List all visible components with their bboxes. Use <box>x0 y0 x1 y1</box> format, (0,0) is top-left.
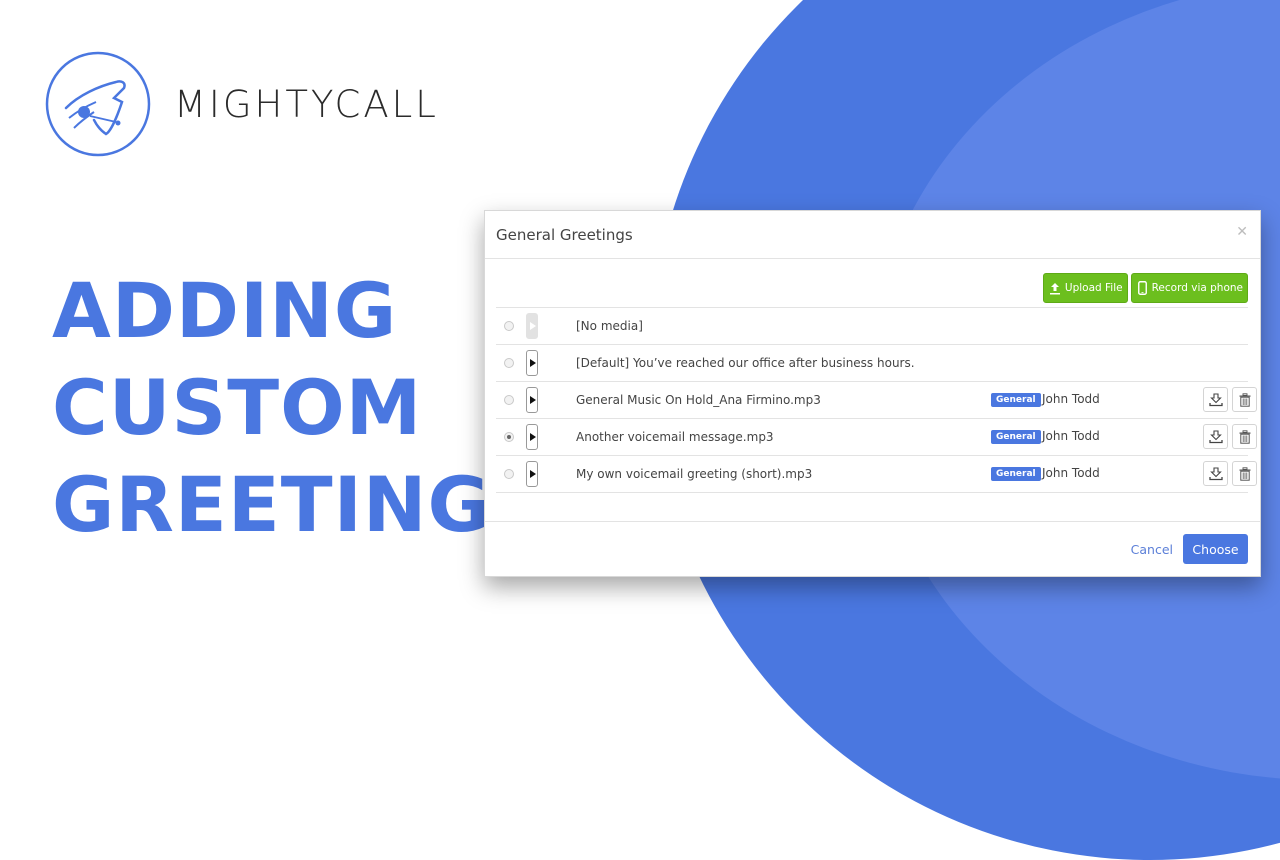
headline-line-1: ADDING <box>52 266 398 355</box>
play-icon[interactable] <box>526 387 538 413</box>
cancel-button[interactable]: Cancel <box>1131 542 1173 557</box>
trash-icon <box>1239 392 1250 407</box>
greetings-list: [No media] [Default] You’ve reached our … <box>496 307 1257 493</box>
category-badge: General <box>991 430 1041 444</box>
headline: ADDING CUSTOM GREETING <box>52 262 491 553</box>
greeting-name: [Default] You’ve reached our office afte… <box>576 356 915 370</box>
radio-button[interactable] <box>504 321 514 331</box>
dialog-toolbar: Upload File Record via phone <box>1042 273 1248 303</box>
radio-button[interactable] <box>504 469 514 479</box>
play-icon[interactable] <box>526 350 538 376</box>
greeting-name: General Music On Hold_Ana Firmino.mp3 <box>576 393 821 407</box>
list-item[interactable]: My own voicemail greeting (short).mp3 Ge… <box>496 456 1257 493</box>
download-icon <box>1208 429 1223 443</box>
close-icon[interactable]: ✕ <box>1236 223 1248 240</box>
play-icon[interactable] <box>526 424 538 450</box>
download-button[interactable] <box>1203 387 1228 412</box>
play-icon[interactable] <box>526 461 538 487</box>
record-via-phone-label: Record via phone <box>1151 282 1243 294</box>
dialog-header: General Greetings ✕ <box>485 211 1260 259</box>
greeting-name: [No media] <box>576 319 643 333</box>
download-button[interactable] <box>1203 424 1228 449</box>
brand-name: MIGHTYCALL <box>174 82 439 126</box>
download-icon <box>1208 392 1223 406</box>
play-icon <box>526 313 538 339</box>
radio-button[interactable] <box>504 358 514 368</box>
brand-logo: MIGHTYCALL <box>44 50 439 158</box>
owner-name: John Todd <box>1042 429 1100 443</box>
radio-button[interactable] <box>504 395 514 405</box>
upload-file-button[interactable]: Upload File <box>1042 273 1128 303</box>
greeting-name: Another voicemail message.mp3 <box>576 430 774 444</box>
delete-button[interactable] <box>1232 424 1257 449</box>
headline-line-3: GREETING <box>52 460 491 549</box>
delete-button[interactable] <box>1232 387 1257 412</box>
upload-file-label: Upload File <box>1064 282 1123 294</box>
record-via-phone-button[interactable]: Record via phone <box>1130 273 1248 303</box>
greetings-dialog: General Greetings ✕ Upload File Record v… <box>484 210 1261 577</box>
list-item[interactable]: General Music On Hold_Ana Firmino.mp3 Ge… <box>496 382 1257 419</box>
owner-name: John Todd <box>1042 392 1100 406</box>
delete-button[interactable] <box>1232 461 1257 486</box>
list-item[interactable]: [Default] You’ve reached our office afte… <box>496 345 1248 382</box>
greeting-name: My own voicemail greeting (short).mp3 <box>576 467 813 481</box>
radio-button-selected[interactable] <box>504 432 514 442</box>
phone-icon <box>1137 281 1147 295</box>
list-item[interactable]: [No media] <box>496 308 1248 345</box>
category-badge: General <box>991 393 1041 407</box>
choose-button[interactable]: Choose <box>1183 534 1248 564</box>
upload-icon <box>1049 282 1060 294</box>
mightycall-logo-icon <box>45 51 151 157</box>
dialog-title: General Greetings <box>496 226 633 244</box>
owner-name: John Todd <box>1042 466 1100 480</box>
download-icon <box>1208 466 1223 480</box>
category-badge: General <box>991 467 1041 481</box>
dialog-footer: Cancel Choose <box>485 521 1260 576</box>
trash-icon <box>1239 429 1250 444</box>
list-item[interactable]: Another voicemail message.mp3 General Jo… <box>496 419 1257 456</box>
trash-icon <box>1239 466 1250 481</box>
headline-line-2: CUSTOM <box>52 363 423 452</box>
download-button[interactable] <box>1203 461 1228 486</box>
